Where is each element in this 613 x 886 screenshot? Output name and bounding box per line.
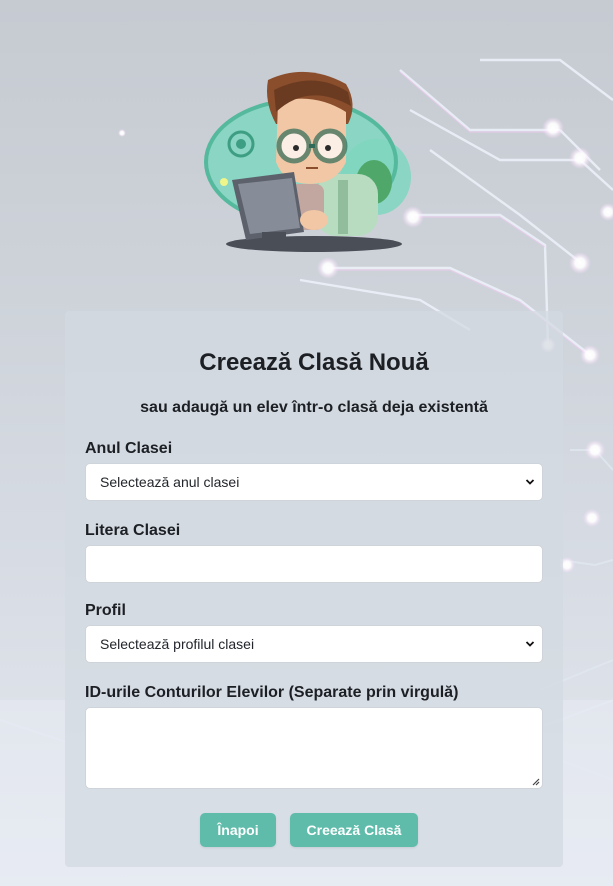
resize-grip-icon[interactable] [530, 776, 540, 786]
class-year-selected: Selectează anul clasei [100, 474, 240, 490]
chevron-down-icon [525, 479, 535, 485]
class-year-select[interactable]: Selectează anul clasei [85, 463, 543, 501]
class-letter-label: Litera Clasei [85, 522, 181, 539]
class-letter-input[interactable] [85, 545, 543, 583]
student-ids-textarea[interactable] [85, 707, 543, 789]
profile-select[interactable]: Selectează profilul clasei [85, 625, 543, 663]
back-button[interactable]: Înapoi [200, 813, 276, 847]
page-title: Creează Clasă Nouă [199, 349, 429, 376]
page-subtitle: sau adaugă un elev într-o clasă deja exi… [140, 399, 488, 416]
profile-selected: Selectează profilul clasei [100, 636, 255, 652]
chevron-down-icon [525, 641, 535, 647]
student-ids-label: ID-urile Conturilor Elevilor (Separate p… [85, 684, 459, 701]
profile-label: Profil [85, 602, 126, 619]
create-class-button[interactable]: Creează Clasă [290, 813, 418, 847]
developer-mascot-illustration [204, 71, 411, 252]
class-year-label: Anul Clasei [85, 440, 173, 457]
create-class-card: Creează Clasă Nouă sau adaugă un elev în… [65, 311, 563, 867]
